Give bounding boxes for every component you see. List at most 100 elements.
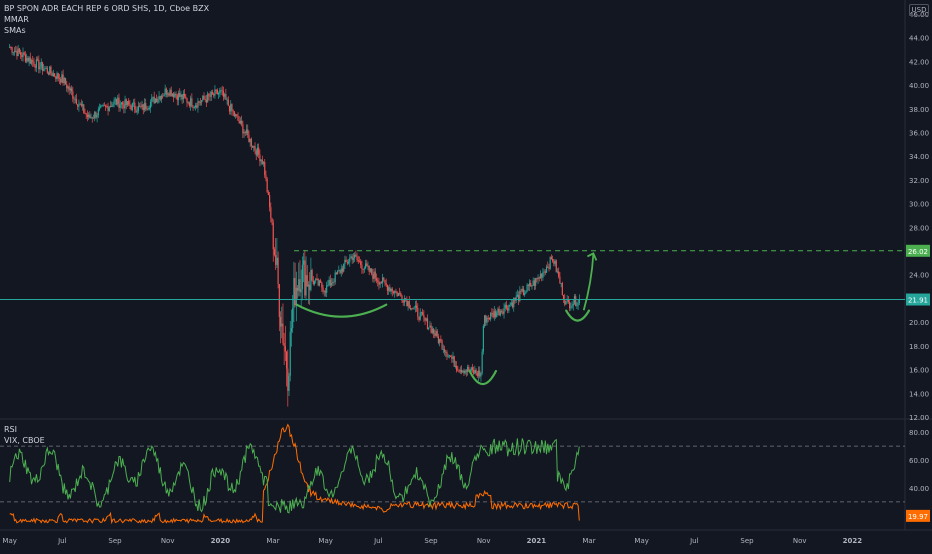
candle-body <box>284 346 286 352</box>
candle-body <box>454 365 457 367</box>
candle-body <box>350 256 352 258</box>
candle-body <box>361 264 363 270</box>
candle-body <box>39 66 41 70</box>
candle-body <box>84 112 86 114</box>
candle-body <box>521 288 523 292</box>
candle-body <box>135 109 137 113</box>
price-label: 21.91 <box>908 297 928 305</box>
candle-body <box>305 275 307 296</box>
candle-body <box>243 132 245 134</box>
candle-body <box>338 270 340 271</box>
candle-body <box>114 99 116 101</box>
candle-body <box>360 261 362 265</box>
candle-body <box>381 277 384 284</box>
chart-root[interactable]: 46.00 44.00 42.00 40.00 38.00 36.00 34.00 32.00… <box>0 0 932 550</box>
candle-body <box>60 79 62 83</box>
candle-body <box>137 105 140 112</box>
candle-body <box>528 282 531 286</box>
candle-body <box>148 107 150 109</box>
candle-body <box>68 86 70 91</box>
candle-body <box>539 273 542 279</box>
candle-body <box>29 57 31 64</box>
candle-body <box>436 330 438 337</box>
candle-body <box>18 48 20 53</box>
candle-body <box>379 282 381 285</box>
candle-body <box>278 284 280 317</box>
candle-body <box>481 351 483 374</box>
candle-body <box>45 67 47 69</box>
candle-body <box>200 100 203 103</box>
candle-body <box>412 308 414 310</box>
candle-body <box>437 336 440 343</box>
candle-body <box>321 282 323 288</box>
candle-body <box>216 90 218 95</box>
candle-body <box>11 47 13 53</box>
candle-body <box>289 331 291 376</box>
candle-body <box>299 279 301 293</box>
candle-body <box>220 90 222 92</box>
candle-body <box>543 271 545 273</box>
candle-body <box>498 308 500 316</box>
candle-body <box>486 317 488 323</box>
candle-body <box>253 146 255 148</box>
candle-body <box>473 369 475 374</box>
candle-body <box>227 99 229 106</box>
candle-body <box>199 102 201 104</box>
candle-body <box>483 315 486 327</box>
candle-body <box>409 307 412 310</box>
candle-body <box>426 318 429 330</box>
candle-body <box>292 308 294 328</box>
candle-body <box>343 264 345 272</box>
candle-body <box>119 104 121 108</box>
candle-body <box>101 105 103 107</box>
candle-body <box>157 99 159 103</box>
candle-body <box>215 89 217 91</box>
candle-body <box>306 275 308 287</box>
candle-body <box>415 305 418 308</box>
candle-body <box>217 92 220 95</box>
candle-body <box>43 69 45 71</box>
candle-body <box>118 97 120 108</box>
candle-body <box>225 94 227 100</box>
candle-body <box>197 101 199 108</box>
candle-body <box>236 114 238 116</box>
candle-body <box>318 280 320 286</box>
candle-body <box>281 323 283 327</box>
candle-body <box>222 90 225 97</box>
candle-body <box>313 280 316 285</box>
chart-svg[interactable]: 46.0044.0042.0040.0038.0036.0034.0032.00… <box>0 0 932 550</box>
candle-body <box>341 268 344 272</box>
candle-body <box>431 328 433 333</box>
candle-body <box>193 107 195 109</box>
candle-body <box>439 339 441 343</box>
x-tick-label: Jul <box>373 537 383 545</box>
candle-body <box>16 50 18 57</box>
candle-body <box>254 146 256 151</box>
candle-body <box>77 104 79 107</box>
candle-body <box>576 305 578 307</box>
candle-body <box>352 258 355 260</box>
candle-body <box>545 266 548 273</box>
candle-body <box>69 88 71 91</box>
currency-badge[interactable]: USD <box>909 4 929 16</box>
candle-body <box>214 89 216 96</box>
candle-body <box>122 102 124 105</box>
candle-body <box>298 279 300 291</box>
candle-body <box>131 103 133 110</box>
candle-body <box>115 99 118 105</box>
candle-body <box>330 283 333 286</box>
candle-body <box>81 104 84 106</box>
candle-body <box>166 93 169 95</box>
candle-body <box>572 303 574 306</box>
candle-body <box>388 287 390 291</box>
candle-body <box>247 129 249 135</box>
candle-body <box>552 259 554 262</box>
candle-body <box>165 88 167 95</box>
candle-body <box>300 289 302 293</box>
candle-body <box>261 159 263 164</box>
candle-body <box>24 54 27 62</box>
candle-body <box>488 317 491 320</box>
candle-body <box>518 294 520 301</box>
candle-body <box>424 317 426 321</box>
candle-body <box>362 269 364 270</box>
